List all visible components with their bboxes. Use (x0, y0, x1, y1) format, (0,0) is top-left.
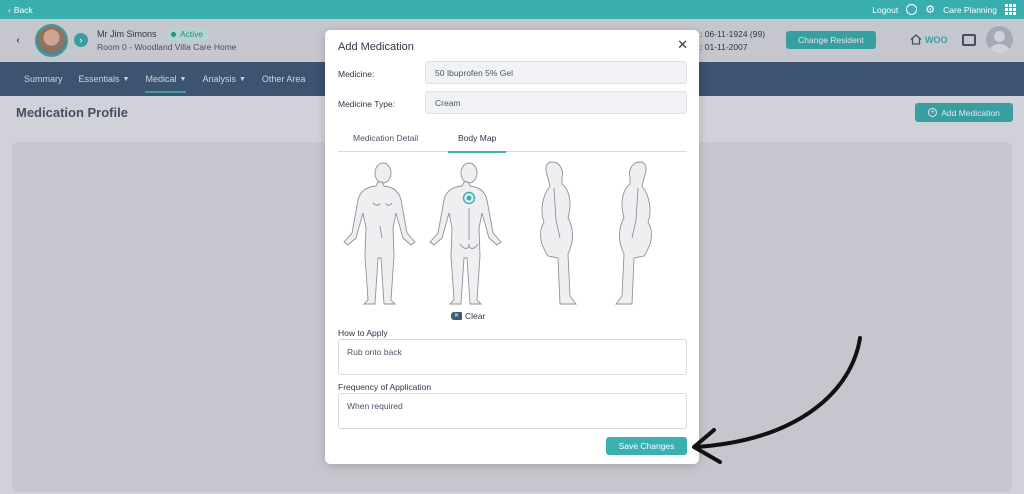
annotation-arrow-icon (692, 336, 862, 464)
medicine-type-label: Medicine Type: (338, 99, 396, 109)
clear-body-map-button[interactable]: ✕ Clear (451, 311, 485, 321)
add-medication-modal: Add Medication ✕ Medicine: 50 Ibuprofen … (325, 30, 699, 464)
tab-medication-detail[interactable]: Medication Detail (353, 124, 418, 152)
clear-label: Clear (465, 311, 486, 321)
logout-icon[interactable] (906, 4, 918, 15)
body-side-left-figure[interactable] (540, 161, 577, 305)
how-to-apply-label: How to Apply (338, 328, 388, 338)
chevron-left-icon: ‹ (8, 4, 11, 15)
clear-icon: ✕ (451, 312, 462, 320)
apps-grid-icon[interactable] (1005, 4, 1016, 15)
medicine-type-field[interactable]: Cream (425, 91, 687, 114)
top-bar: ‹ Back Logout ⚙ Care Planning (0, 0, 1024, 19)
frequency-label: Frequency of Application (338, 382, 432, 392)
settings-gear-icon[interactable]: ⚙ (925, 3, 935, 16)
back-link[interactable]: ‹ Back (8, 5, 33, 15)
care-planning-link[interactable]: Care Planning (943, 5, 997, 15)
frequency-field[interactable]: When required (338, 393, 687, 429)
save-changes-button[interactable]: Save Changes (606, 437, 687, 455)
back-label: Back (13, 4, 33, 15)
logout-link[interactable]: Logout (872, 5, 898, 15)
body-side-right-figure[interactable] (615, 161, 652, 305)
tab-body-map[interactable]: Body Map (447, 124, 507, 153)
body-map[interactable] (338, 158, 687, 308)
body-front-figure[interactable] (343, 162, 416, 305)
modal-title: Add Medication (338, 41, 414, 53)
modal-tabs: Medication Detail Body Map (338, 124, 687, 153)
close-icon[interactable]: ✕ (677, 37, 688, 53)
how-to-apply-field[interactable]: Rub onto back (338, 339, 687, 375)
medicine-label: Medicine: (338, 69, 375, 79)
body-back-figure[interactable] (429, 162, 502, 305)
medicine-field[interactable]: 50 Ibuprofen 5% Gel (425, 61, 687, 84)
